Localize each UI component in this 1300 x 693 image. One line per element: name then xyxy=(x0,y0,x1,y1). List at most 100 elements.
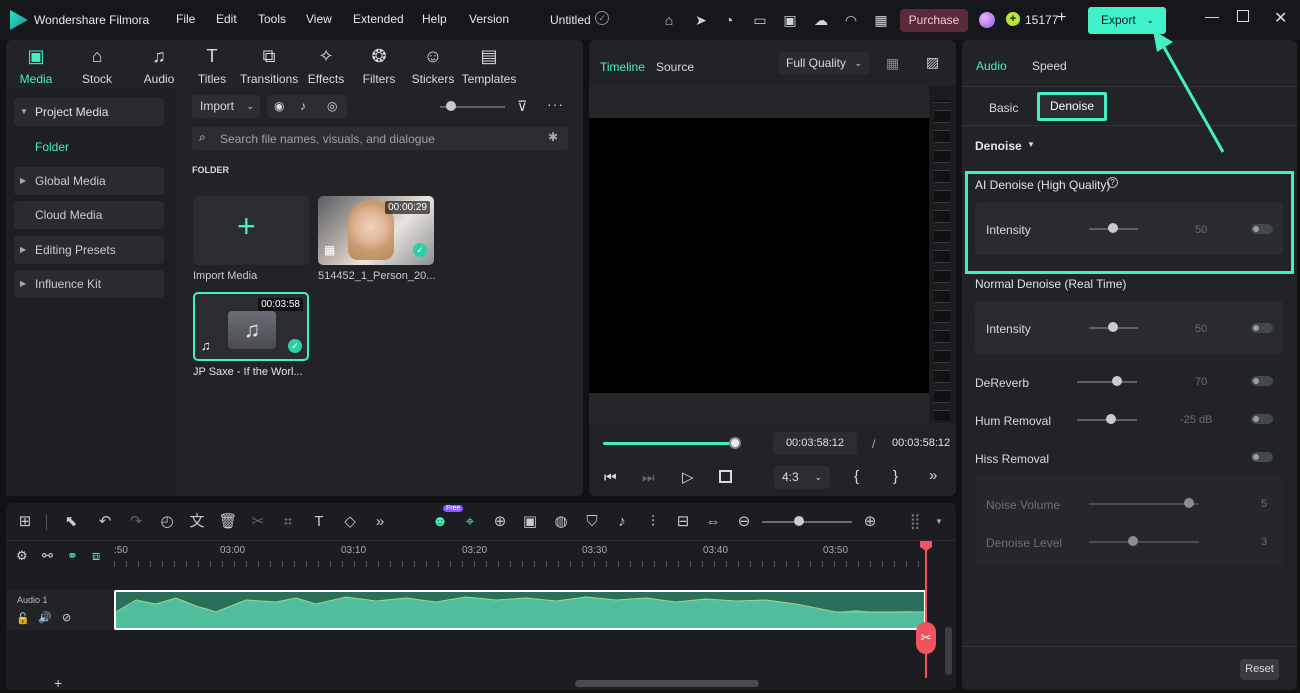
project-title[interactable]: Untitled xyxy=(550,13,591,27)
menu-edit[interactable]: Edit xyxy=(216,12,237,26)
aspect-ratio-dropdown[interactable]: 4:3 ⌄ xyxy=(774,466,830,489)
minimize-icon[interactable]: — xyxy=(1205,8,1219,24)
grid-apps-icon[interactable]: ▦ xyxy=(872,11,890,29)
redo-icon[interactable]: ↷ xyxy=(126,512,146,532)
history-icon[interactable]: ◔ xyxy=(720,11,738,29)
tab-speed[interactable]: Speed xyxy=(1032,59,1067,73)
tab-audio-properties[interactable]: Audio xyxy=(976,59,1007,73)
sidebar-item-folder[interactable]: Folder xyxy=(14,133,164,161)
menu-extended[interactable]: Extended xyxy=(353,12,404,26)
purchase-button[interactable]: Purchase xyxy=(900,9,968,32)
audio-mixer-icon[interactable]: ⫶ xyxy=(643,512,663,532)
snap-icon[interactable]: ⧈ xyxy=(92,548,100,564)
gift-icon[interactable]: ⌂ xyxy=(660,11,678,29)
image-edit-icon[interactable]: ▣ xyxy=(520,512,540,532)
menu-tools[interactable]: Tools xyxy=(258,12,286,26)
tab-media[interactable]: ▣ Media xyxy=(7,44,65,86)
tab-filters[interactable]: ❂ Filters xyxy=(350,44,408,86)
ai-denoise-toggle[interactable] xyxy=(1251,224,1273,234)
media-thumbnail-audio[interactable]: ♫ 00:03:58 ♫ ✓ xyxy=(193,292,309,361)
cloud-upload-icon[interactable]: ☁ xyxy=(812,11,830,29)
speed-icon[interactable]: ◴ xyxy=(157,512,177,532)
tab-timeline[interactable]: Timeline xyxy=(600,60,645,74)
sidebar-item-global-media[interactable]: ▶ Global Media xyxy=(14,167,164,195)
sidebar-item-editing-presets[interactable]: ▶ Editing Presets xyxy=(14,236,164,264)
tab-templates[interactable]: ▤ Templates xyxy=(459,44,519,86)
crop-icon[interactable]: ⌗ xyxy=(278,512,298,532)
normal-intensity-knob[interactable] xyxy=(1108,322,1118,332)
playhead[interactable] xyxy=(925,543,927,678)
track-height-icon[interactable]: ⣿ xyxy=(905,512,925,532)
chevron-down-icon[interactable]: ▼ xyxy=(935,517,943,526)
sidebar-item-cloud-media[interactable]: Cloud Media xyxy=(14,201,164,229)
volume-icon[interactable]: 🔊 xyxy=(38,611,52,624)
horizontal-scrollbar[interactable] xyxy=(575,680,759,687)
previous-frame-icon[interactable]: ⏮ xyxy=(604,469,617,486)
mark-out-icon[interactable]: } xyxy=(893,468,898,485)
more-tools-icon[interactable]: » xyxy=(370,512,390,532)
menu-help[interactable]: Help xyxy=(422,12,447,26)
layout-grid-icon[interactable]: ⊞ xyxy=(15,512,35,532)
microphone-record-icon[interactable]: ♪ xyxy=(612,512,632,532)
unlink-icon[interactable]: ⚯ xyxy=(42,548,53,564)
add-track-icon[interactable]: + xyxy=(54,675,62,691)
grid-view-icon[interactable]: ▦ xyxy=(886,55,899,72)
media-thumbnail-video[interactable]: 00:00:29 ▦ ✓ xyxy=(318,196,434,265)
cut-icon[interactable]: ✂ xyxy=(248,512,268,532)
zoom-out-icon[interactable]: ⊖ xyxy=(734,512,754,532)
menu-file[interactable]: File xyxy=(176,12,195,26)
import-dropdown[interactable]: Import ⌄ xyxy=(192,95,260,118)
ai-copilot-icon[interactable]: ☻ xyxy=(430,512,450,532)
tab-titles[interactable]: T Titles xyxy=(183,44,241,86)
send-icon[interactable]: ➤ xyxy=(692,11,710,29)
menu-view[interactable]: View xyxy=(306,12,332,26)
media-search-input[interactable]: ⌕ Search file names, visuals, and dialog… xyxy=(192,127,568,150)
zoom-knob[interactable] xyxy=(794,516,804,526)
denoise-level-knob[interactable] xyxy=(1128,536,1138,546)
text-tool-icon[interactable]: T xyxy=(309,512,329,532)
microphone-icon[interactable]: ♪ xyxy=(300,99,306,113)
hum-removal-knob[interactable] xyxy=(1106,414,1116,424)
tab-effects[interactable]: ✧ Effects xyxy=(297,44,355,86)
next-frame-icon[interactable]: ⏭ xyxy=(642,469,655,486)
timeline-ruler[interactable]: :50 03:00 03:10 03:20 03:30 03:40 03:50 xyxy=(114,541,944,569)
maximize-icon[interactable] xyxy=(1237,10,1249,22)
playback-progress[interactable] xyxy=(603,442,735,445)
noise-volume-slider[interactable] xyxy=(1089,503,1199,505)
more-controls-icon[interactable]: » xyxy=(929,467,937,484)
split-scissors-icon[interactable]: ✂ xyxy=(916,622,936,654)
ai-intensity-knob[interactable] xyxy=(1108,223,1118,233)
hiss-removal-toggle[interactable] xyxy=(1251,452,1273,462)
track-settings-icon[interactable]: ⚙ xyxy=(16,548,28,564)
caret-down-icon[interactable]: ▼ xyxy=(1027,140,1035,149)
dereverb-slider[interactable] xyxy=(1077,381,1137,383)
snapshot-icon[interactable]: ▨ xyxy=(926,54,939,71)
mute-icon[interactable]: ⊘ xyxy=(62,611,71,624)
stop-icon[interactable] xyxy=(719,470,732,483)
sidebar-item-project-media[interactable]: ▼ Project Media xyxy=(14,98,164,126)
hum-removal-toggle[interactable] xyxy=(1251,414,1273,424)
avatar[interactable] xyxy=(979,12,995,28)
zoom-slider[interactable] xyxy=(762,521,852,523)
audio-clip[interactable] xyxy=(114,590,926,630)
import-media-card[interactable]: + xyxy=(193,196,309,265)
link-icon[interactable]: ⚭ xyxy=(67,548,78,564)
playback-knob[interactable] xyxy=(729,437,741,449)
shield-icon[interactable]: ⛉ xyxy=(582,512,602,532)
thumbnail-size-knob[interactable] xyxy=(446,101,456,111)
lock-icon[interactable]: 🔓 xyxy=(16,612,30,625)
dereverb-knob[interactable] xyxy=(1112,376,1122,386)
more-options-icon[interactable]: ··· xyxy=(547,96,564,112)
normal-denoise-toggle[interactable] xyxy=(1251,323,1273,333)
vertical-scrollbar[interactable] xyxy=(945,627,952,675)
tab-basic[interactable]: Basic xyxy=(989,101,1018,115)
filter-icon[interactable]: ⊽ xyxy=(517,98,527,115)
tab-stickers[interactable]: ☺ Stickers xyxy=(404,44,462,86)
monitor-icon[interactable]: ▭ xyxy=(751,11,769,29)
tab-transitions[interactable]: ⧉ Transitions xyxy=(240,44,298,86)
shape-icon[interactable]: ◇ xyxy=(340,512,360,532)
mark-in-icon[interactable]: { xyxy=(854,468,859,485)
add-credits-icon[interactable]: + xyxy=(1057,9,1066,27)
subtitle-icon[interactable]: ⊟ xyxy=(673,512,693,532)
dereverb-toggle[interactable] xyxy=(1251,376,1273,386)
